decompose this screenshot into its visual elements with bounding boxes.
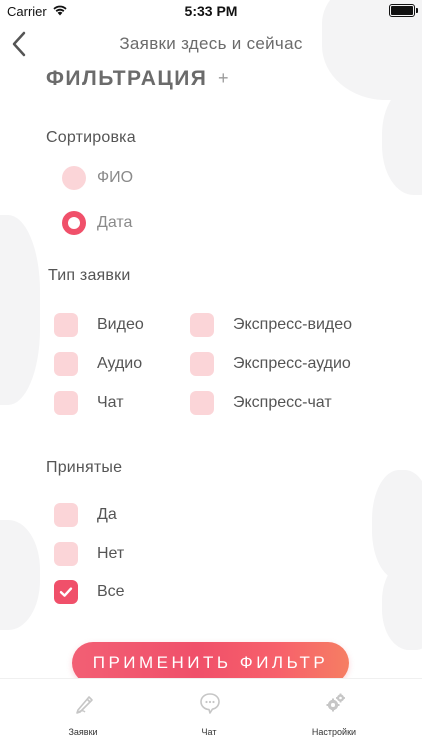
accepted-title: Принятые [46,459,123,476]
checkmark-icon [59,587,73,597]
tab-chat[interactable]: Чат [159,679,259,751]
checkbox-chat[interactable]: Чат [54,391,124,415]
battery-icon [389,4,418,17]
checkbox-label: Да [97,506,117,523]
checkbox-no[interactable]: Нет [54,542,124,566]
checkbox-video[interactable]: Видео [54,313,144,337]
checkbox-label: Аудио [97,355,143,372]
tab-label: Настройки [311,727,357,737]
tab-requests[interactable]: Заявки [33,679,133,751]
clock: 5:33 PM [184,3,238,19]
status-bar: Carrier 5:33 PM [0,0,422,22]
checkbox-yes[interactable]: Да [54,503,117,527]
checkbox[interactable] [190,313,214,337]
checkbox-audio[interactable]: Аудио [54,352,142,376]
checkbox-label: Видео [97,316,144,333]
apply-filter-label: ПРИМЕНИТЬ ФИЛЬТР [92,653,329,672]
tab-settings[interactable]: Настройки [284,679,384,751]
checkbox-express-video[interactable]: Экспресс-видео [190,313,352,337]
tab-label: Чат [201,727,217,737]
radio-button[interactable] [62,166,86,190]
checkbox[interactable] [54,391,78,415]
tab-label: Заявки [68,727,98,737]
radio-button-selected[interactable] [62,211,86,235]
checkbox-label: Экспресс-видео [233,316,353,333]
checkbox-label: Все [97,583,125,600]
checkbox[interactable] [54,503,78,527]
checkbox-label: Экспресс-чат [233,394,332,411]
pen-icon [76,696,93,714]
sort-option-name[interactable]: ФИО [62,166,133,190]
page-title: Заявки здесь и сейчас [119,34,303,53]
checkbox-express-audio[interactable]: Экспресс-аудио [190,352,351,376]
sorting-title: Сортировка [46,129,136,146]
request-type-title: Тип заявки [48,267,131,284]
checkbox[interactable] [54,542,78,566]
sort-option-label: Дата [97,214,133,231]
checkbox-label: Чат [97,394,124,411]
checkbox-label: Нет [97,545,125,562]
chat-bubble-icon [200,693,220,714]
sort-option-label: ФИО [97,169,134,186]
sort-option-date[interactable]: Дата [62,211,132,235]
tab-bar: Заявки Чат Настройки [0,678,422,751]
checkbox[interactable] [54,313,78,337]
checkbox[interactable] [54,352,78,376]
checkbox-checked[interactable] [54,580,78,604]
checkbox[interactable] [190,352,214,376]
add-filter-button[interactable]: + [218,68,229,89]
checkbox[interactable] [190,391,214,415]
checkbox-all[interactable]: Все [54,580,125,604]
gears-icon [326,693,345,712]
checkbox-express-chat[interactable]: Экспресс-чат [190,391,332,415]
filter-header: ФИЛЬТРАЦИЯ [46,67,208,90]
checkbox-label: Экспресс-аудио [233,355,351,372]
